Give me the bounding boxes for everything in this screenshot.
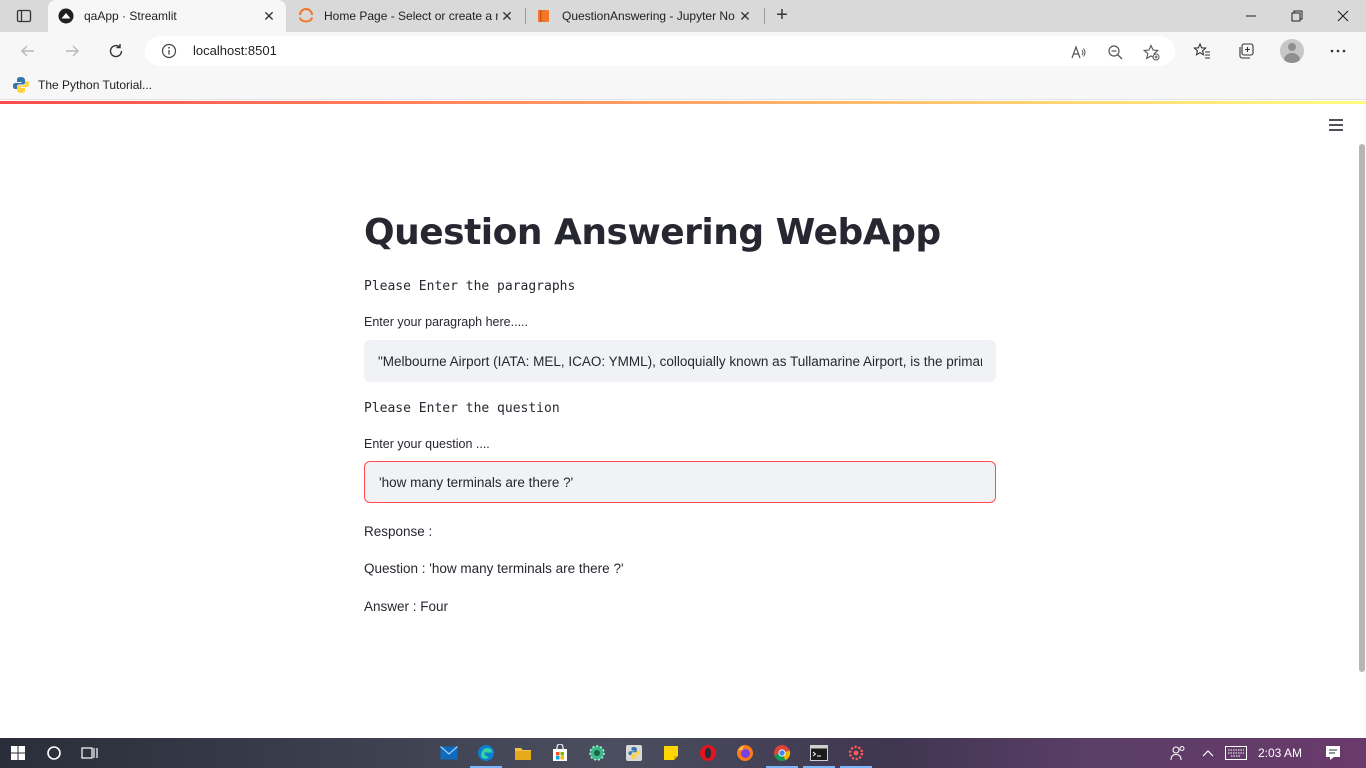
tab-actions-icon[interactable]	[10, 6, 38, 26]
jupyter-icon	[298, 8, 314, 24]
python-app-icon[interactable]	[623, 742, 645, 764]
tab-separator	[764, 8, 765, 24]
tab-title: Home Page - Select or create a n	[324, 9, 498, 23]
app-gear-icon[interactable]	[840, 742, 872, 768]
windows-taskbar: 2:03 AM	[0, 738, 1366, 768]
question-header: Please Enter the question	[364, 401, 560, 416]
more-menu-icon[interactable]	[1327, 40, 1349, 62]
page-title: Question Answering WebApp	[364, 212, 941, 253]
tab-title: QuestionAnswering - Jupyter No	[562, 9, 735, 23]
store-icon[interactable]	[549, 742, 571, 764]
chevron-up-icon[interactable]	[1199, 744, 1217, 762]
sticky-notes-icon[interactable]	[660, 742, 682, 764]
tab-jupyter-home[interactable]: Home Page - Select or create a n ✕	[288, 0, 524, 32]
people-icon[interactable]	[1169, 744, 1187, 762]
firefox-icon[interactable]	[734, 742, 756, 764]
app-viewport: Question Answering WebApp Please Enter t…	[0, 104, 1366, 738]
close-icon[interactable]: ✕	[260, 7, 278, 25]
mail-icon[interactable]	[438, 742, 460, 764]
close-icon[interactable]: ✕	[736, 7, 754, 25]
new-tab-button[interactable]: +	[770, 5, 794, 27]
address-url: localhost:8501	[193, 43, 277, 58]
search-circle-icon[interactable]	[42, 741, 66, 765]
browser-toolbar: localhost:8501	[0, 32, 1366, 70]
keyboard-icon[interactable]	[1224, 744, 1248, 762]
tab-jupyter-notebook[interactable]: QuestionAnswering - Jupyter No ✕	[526, 0, 762, 32]
taskbar-clock[interactable]: 2:03 AM	[1258, 746, 1302, 760]
collections-icon[interactable]	[1235, 40, 1257, 62]
settings-gear-icon[interactable]	[586, 742, 608, 764]
zoom-out-icon[interactable]	[1105, 42, 1125, 62]
restore-icon[interactable]	[1274, 0, 1320, 32]
streamlit-icon	[58, 8, 74, 24]
paragraph-text-field[interactable]	[364, 340, 996, 382]
file-explorer-icon[interactable]	[512, 742, 534, 764]
back-arrow-icon[interactable]	[13, 36, 43, 66]
tab-qaapp[interactable]: qaApp · Streamlit ✕	[48, 0, 286, 32]
hamburger-menu-icon[interactable]	[1326, 116, 1346, 134]
question-input[interactable]	[364, 461, 996, 503]
window-close-icon[interactable]	[1320, 0, 1366, 32]
bookmarks-bar: The Python Tutorial...	[0, 70, 1366, 100]
minimize-icon[interactable]	[1228, 0, 1274, 32]
notification-icon[interactable]	[1324, 744, 1342, 762]
browser-title-bar: qaApp · Streamlit ✕ Home Page - Select o…	[0, 0, 1366, 32]
notebook-icon	[536, 8, 552, 24]
edge-icon[interactable]	[470, 742, 502, 768]
forward-arrow-icon[interactable]	[57, 36, 87, 66]
opera-icon[interactable]	[697, 742, 719, 764]
paragraph-input[interactable]	[364, 340, 996, 382]
profile-avatar[interactable]	[1280, 39, 1304, 63]
paragraph-input-label: Enter your paragraph here.....	[364, 315, 528, 329]
terminal-icon[interactable]	[803, 742, 835, 768]
refresh-icon[interactable]	[101, 36, 131, 66]
close-icon[interactable]: ✕	[498, 7, 516, 25]
question-input-label: Enter your question ....	[364, 437, 490, 451]
favorites-icon[interactable]	[1191, 40, 1213, 62]
python-icon	[12, 76, 30, 94]
chrome-icon[interactable]	[766, 742, 798, 768]
read-aloud-icon[interactable]	[1068, 42, 1088, 62]
question-text-field[interactable]	[365, 462, 995, 502]
add-favorite-icon[interactable]	[1141, 42, 1161, 62]
question-echo: Question : 'how many terminals are there…	[364, 561, 624, 576]
paragraph-header: Please Enter the paragraphs	[364, 279, 576, 294]
bookmark-label: The Python Tutorial...	[38, 78, 153, 92]
site-info-icon[interactable]	[161, 43, 177, 59]
page-scrollbar[interactable]	[1359, 144, 1365, 672]
tab-title: qaApp · Streamlit	[84, 9, 177, 23]
address-bar[interactable]: localhost:8501	[145, 36, 1175, 66]
answer-text: Answer : Four	[364, 599, 449, 614]
response-label: Response :	[364, 524, 433, 539]
task-view-icon[interactable]	[78, 741, 102, 765]
windows-start-icon[interactable]	[6, 741, 30, 765]
bookmark-python-tutorial[interactable]: The Python Tutorial...	[12, 75, 152, 95]
